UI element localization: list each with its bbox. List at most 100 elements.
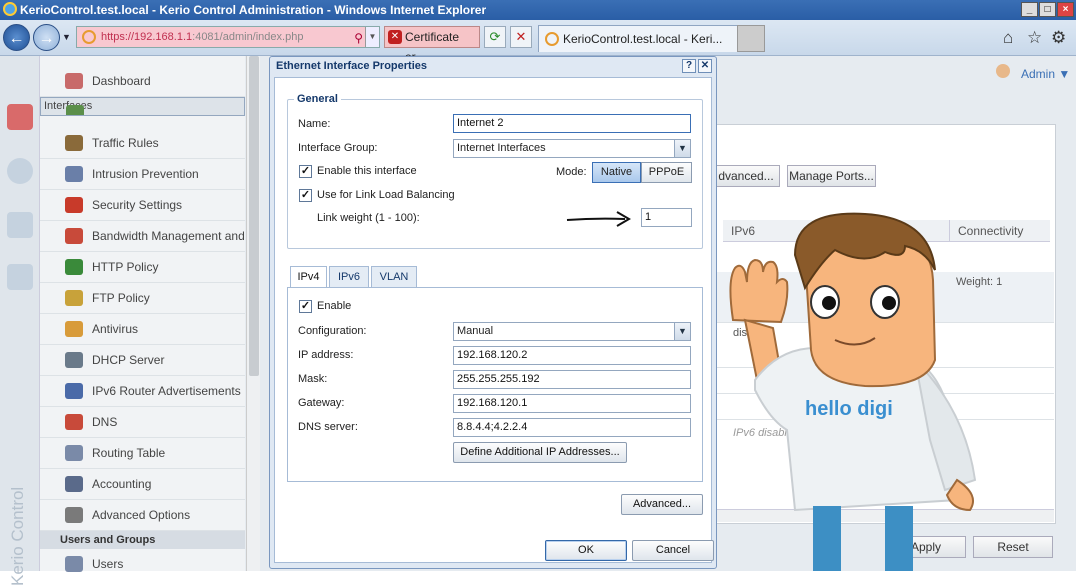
address-dropdown-icon[interactable]: ▼ [365,27,379,47]
dns-icon [65,414,83,430]
sidebar-item-dhcp-server[interactable]: DHCP Server [40,345,245,376]
antivirus-icon [65,321,83,337]
network-card-icon [66,105,84,115]
address-path: :4081/admin/index.php [192,31,304,43]
define-additional-ip-button[interactable]: Define Additional IP Addresses... [453,442,627,463]
back-button[interactable]: ← [3,24,30,51]
address-host: https://192.168.1.1 [101,31,193,43]
sidebar-item-label: IPv6 Router Advertisements [92,384,241,398]
shield-icon [65,166,83,182]
chevron-down-icon[interactable]: ▼ [674,323,690,340]
internet-explorer-icon [3,2,17,16]
sidebar-item-label: Intrusion Prevention [92,167,199,181]
certificate-error-button[interactable]: ✕ Certificate er... [384,26,480,64]
sidebar-item-label: Accounting [92,477,152,491]
sidebar-item-users[interactable]: Users [40,549,245,580]
kerio-control-logo: Kerio Control [6,486,36,586]
sidebar-item-ipv6-router-advertisements[interactable]: IPv6 Router Advertisements [40,376,245,407]
history-dropdown-icon[interactable]: ▼ [62,32,71,42]
sidebar-item-intrusion-prevention[interactable]: Intrusion Prevention [40,159,245,190]
dialog-close-icon[interactable]: ✕ [698,59,712,73]
sidebar-item-label: HTTP Policy [92,260,159,274]
sidebar-item-ftp-policy[interactable]: FTP Policy [40,283,245,314]
sidebar-scrollbar[interactable] [246,56,260,571]
tab-label: KerioControl.test.local - Keri... [563,32,723,46]
sidebar-item-dns[interactable]: DNS [40,407,245,438]
reset-button[interactable]: Reset [973,536,1053,558]
advanced-button[interactable]: Advanced... [621,494,703,515]
configuration-select[interactable]: Manual ▼ [453,322,691,341]
mode-native-button[interactable]: Native [592,162,641,183]
tab-ipv4[interactable]: IPv4 [290,266,327,288]
window-title: KerioControl.test.local - Kerio Control … [20,3,487,17]
sidebar-item-label: Routing Table [92,446,166,460]
cancel-button[interactable]: Cancel [632,540,714,561]
ip-address-input[interactable]: 192.168.120.2 [453,346,691,365]
sidebar-item-accounting[interactable]: Accounting [40,469,245,500]
sidebar-item-label: Antivirus [92,322,139,336]
mask-label: Mask: [298,373,328,385]
forward-button[interactable]: → [33,24,60,51]
mode-pppoe-button[interactable]: PPPoE [641,162,692,183]
enable-interface-checkbox[interactable]: ✓ [299,165,312,178]
link-load-balancing-label: Use for Link Load Balancing [317,189,455,201]
tab-vlan[interactable]: VLAN [371,266,417,287]
sidebar-item-antivirus[interactable]: Antivirus [40,314,245,345]
sidebar-item-http-policy[interactable]: HTTP Policy [40,252,245,283]
browser-tab[interactable]: KerioControl.test.local - Keri... ✕ [538,25,759,52]
users-icon [65,556,83,572]
manage-ports-button[interactable]: Manage Ports... [787,165,876,187]
chevron-down-icon[interactable]: ▼ [674,140,690,157]
help-icon[interactable]: ? [682,59,696,73]
sidebar-item-security-settings[interactable]: Security Settings [40,190,245,221]
mode-label: Mode: [556,166,587,178]
status-icon[interactable] [7,104,33,130]
ipv4-enable-checkbox[interactable]: ✓ [299,300,312,313]
dns-server-label: DNS server: [298,421,358,433]
configuration-gear-icon[interactable] [7,158,33,184]
ftp-policy-icon [65,290,83,306]
close-window-button[interactable]: × [1057,2,1074,17]
refresh-icon[interactable]: ⟳ [484,26,506,48]
stop-icon[interactable]: ✕ [510,26,532,48]
sidebar-item-interfaces[interactable]: Interfaces [40,97,245,116]
gateway-input[interactable]: 192.168.120.1 [453,394,691,413]
http-policy-icon [65,259,83,275]
link-weight-input[interactable]: 1 [641,208,692,227]
browser-toolbar: ← → ▼ https://192.168.1.1:4081/admin/ind… [0,20,1076,64]
link-weight-label: Link weight (1 - 100): [317,212,420,224]
advanced-bg-button[interactable]: dvanced... [712,165,780,187]
ipv4-enable-label: Enable [317,300,352,312]
tab-ipv6[interactable]: IPv6 [329,266,369,287]
interface-group-label: Interface Group: [298,142,378,154]
minimize-button[interactable]: _ [1021,2,1038,17]
tools-gear-icon[interactable]: ⚙ [1051,28,1066,48]
address-bar[interactable]: https://192.168.1.1:4081/admin/index.php… [76,26,380,48]
waving-mascot-image: hello digi [729,212,977,571]
interface-group-select[interactable]: Internet Interfaces ▼ [453,139,691,158]
sidebar-item-dashboard[interactable]: Dashboard [40,66,245,97]
home-icon[interactable]: ⌂ [1003,28,1013,48]
scrollbar-thumb[interactable] [249,56,259,376]
sidebar-item-bandwidth-management-and[interactable]: Bandwidth Management and [40,221,245,252]
sidebar-group-users: Users and Groups [40,531,245,549]
sidebar-item-label: Security Settings [92,198,183,212]
favorites-icon[interactable]: ☆ [1027,28,1042,48]
search-address-icon[interactable]: ⚲ [354,28,363,48]
sidebar-item-advanced-options[interactable]: Advanced Options [40,500,245,531]
sidebar: Dashboard Interfaces Traffic Rules Intrusio… [40,56,245,572]
sidebar-item-traffic-rules[interactable]: Traffic Rules [40,128,245,159]
link-load-balancing-checkbox[interactable]: ✓ [299,189,312,202]
ok-button[interactable]: OK [545,540,627,561]
name-input[interactable]: Internet 2 [453,114,691,133]
mask-input[interactable]: 255.255.255.192 [453,370,691,389]
dns-server-input[interactable]: 8.8.4.4;4.2.2.4 [453,418,691,437]
new-tab-button[interactable] [737,25,765,52]
statistics-icon[interactable] [7,212,33,238]
logs-icon[interactable] [7,264,33,290]
maximize-button[interactable]: □ [1039,2,1056,17]
sidebar-item-routing-table[interactable]: Routing Table [40,438,245,469]
user-menu[interactable]: Admin ▼ [1021,67,1070,81]
name-label: Name: [298,118,331,130]
sidebar-item-label: FTP Policy [92,291,150,305]
